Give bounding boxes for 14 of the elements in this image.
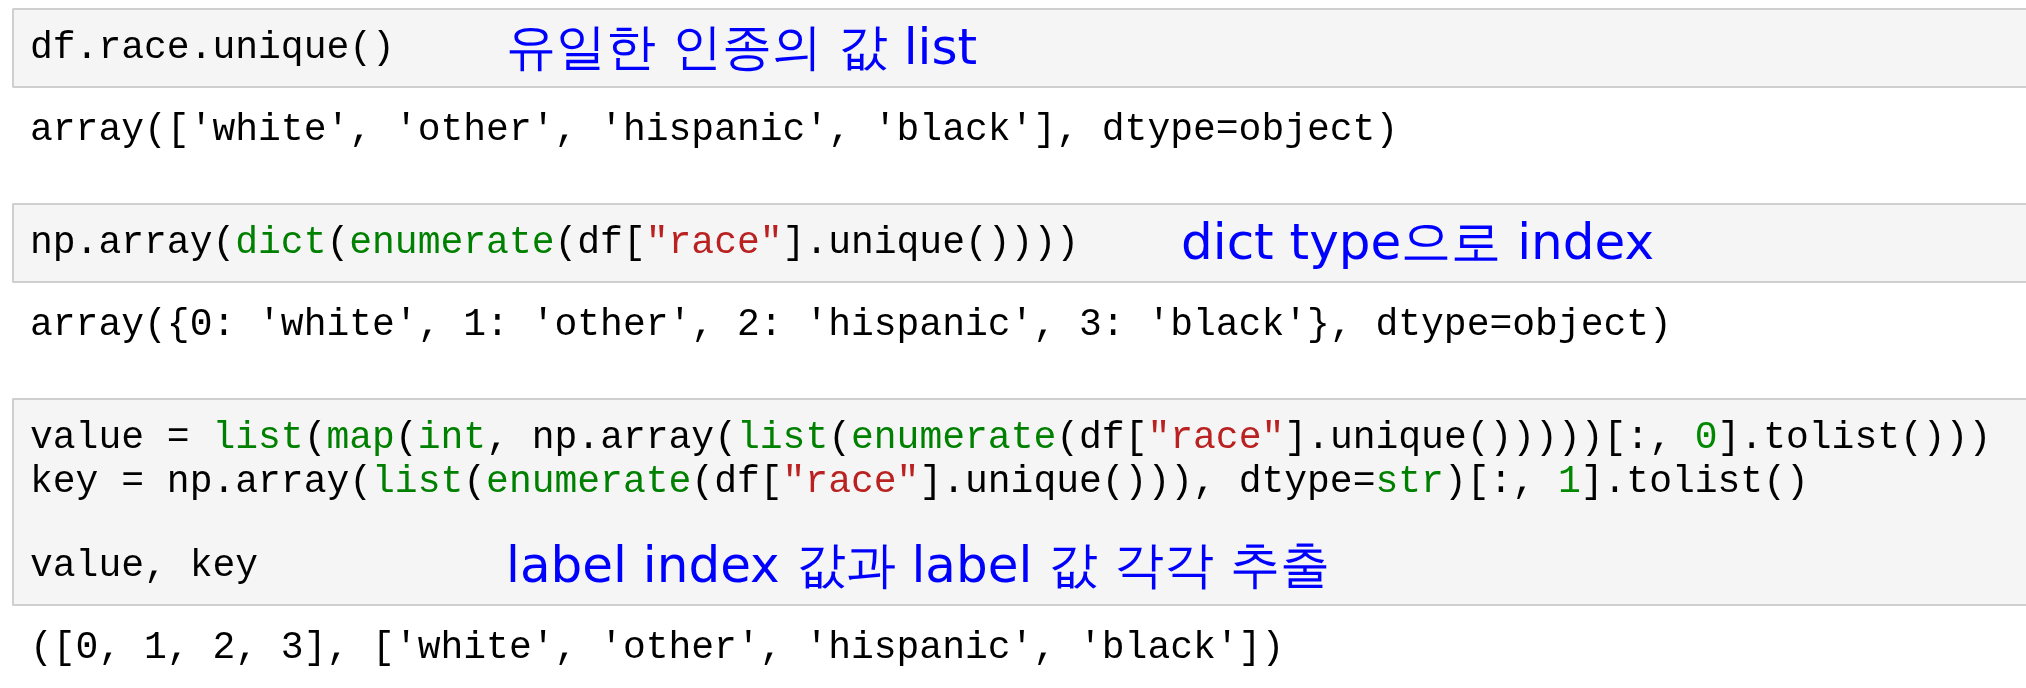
code-line: value = list(map(int, np.array(list(enumerate(df["race"].unique()))))[:, 0].tolist()))	[30, 416, 1992, 460]
code-cell[interactable]: df.race.unique() 유일한 인종의 값 list	[12, 8, 2026, 88]
annotation-text: dict type으로 index	[1181, 215, 1654, 270]
annotation-text: label index 값과 label 값 각각 추출	[506, 538, 1330, 593]
code-line: df.race.unique()	[30, 26, 395, 70]
code-line: value, key	[30, 543, 259, 588]
code-cell[interactable]	[12, 398, 2026, 606]
annotation-text: 유일한 인종의 값 list	[506, 20, 978, 75]
code-cell[interactable]: np.array(dict(enumerate(df["race"].unique()))) dict type으로 index	[12, 203, 2026, 283]
output-text: array(['white', 'other', 'hispanic', 'black'], dtype=object)	[30, 108, 1399, 151]
code-line: np.array(dict(enumerate(df["race"].unique())))	[30, 221, 1079, 265]
output-text: ([0, 1, 2, 3], ['white', 'other', 'hispanic', 'black'])	[30, 626, 1285, 669]
output-text: array({0: 'white', 1: 'other', 2: 'hispanic', 3: 'black'}, dtype=object)	[30, 303, 1672, 346]
code-line: key = np.array(list(enumerate(df["race"].unique())), dtype=str)[:, 1].tolist()	[30, 460, 1809, 504]
